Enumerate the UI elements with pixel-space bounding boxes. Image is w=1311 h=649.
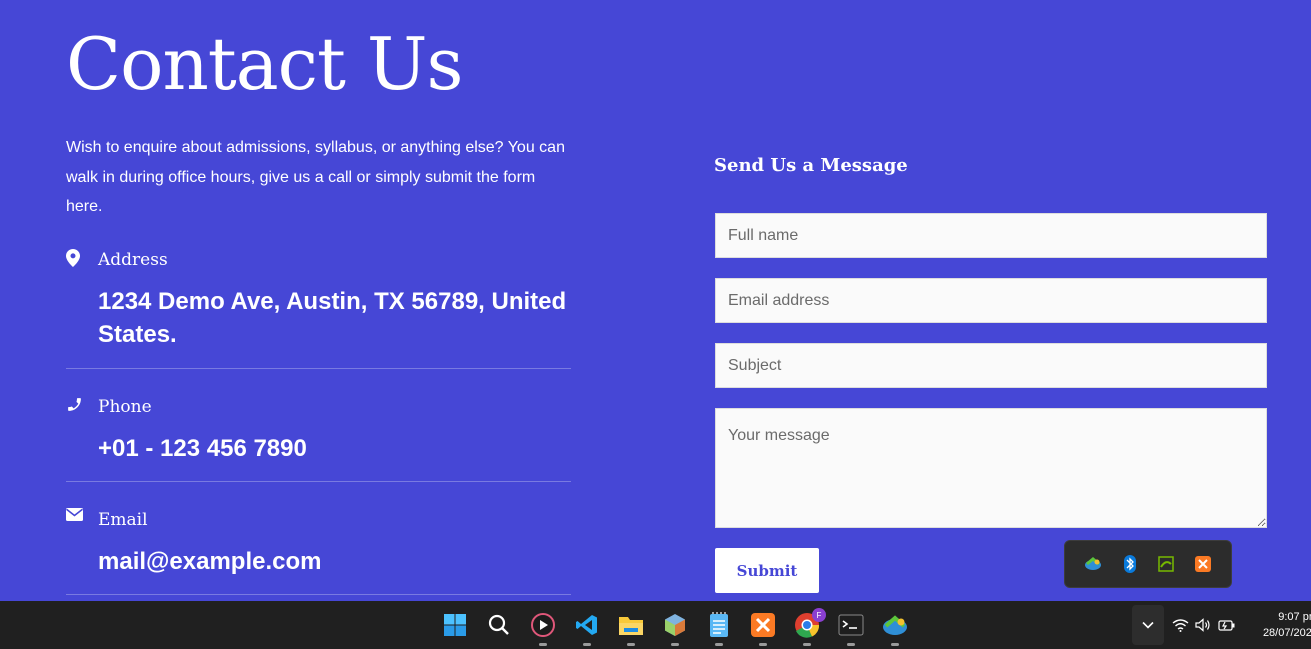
- full-name-input[interactable]: [715, 213, 1267, 258]
- nvidia-icon[interactable]: [1157, 555, 1175, 573]
- chevron-down-icon: [1142, 621, 1154, 629]
- phone-label: Phone: [98, 397, 152, 417]
- clock-date: 28/07/2023: [1262, 627, 1311, 639]
- phone-icon: [66, 396, 84, 414]
- network-download-icon[interactable]: [1084, 555, 1102, 573]
- address-label: Address: [98, 250, 168, 270]
- email-input[interactable]: [715, 278, 1267, 323]
- taskbar: F 9:07 pm 28/07/2023: [0, 601, 1311, 649]
- message-textarea[interactable]: [715, 408, 1267, 528]
- volume-icon[interactable]: [1194, 616, 1212, 634]
- intro-text: Wish to enquire about admissions, syllab…: [66, 139, 565, 215]
- app-cube-icon[interactable]: [661, 611, 689, 646]
- tray-overflow-popup: [1064, 540, 1232, 588]
- email-value: mail@example.com: [98, 548, 322, 575]
- address-value: 1234 Demo Ave, Austin, TX 56789, United …: [98, 288, 567, 348]
- email-label: Email: [98, 510, 148, 530]
- bluetooth-icon[interactable]: [1121, 555, 1139, 573]
- divider: [66, 368, 571, 369]
- envelope-icon: [66, 508, 84, 526]
- divider: [66, 481, 571, 482]
- system-clock[interactable]: 9:07 pm 28/07/2023: [1248, 609, 1311, 641]
- terminal-icon[interactable]: [837, 611, 865, 646]
- subject-input[interactable]: [715, 343, 1267, 388]
- network-download-icon[interactable]: [881, 611, 909, 646]
- media-player-icon[interactable]: [529, 611, 557, 646]
- chrome-icon[interactable]: F: [793, 608, 826, 646]
- page-title: Contact Us: [66, 22, 463, 106]
- xampp-icon[interactable]: [749, 611, 777, 646]
- search-icon[interactable]: [485, 611, 513, 639]
- divider: [66, 594, 571, 595]
- show-hidden-icons-button[interactable]: [1132, 605, 1164, 645]
- profile-badge: F: [812, 608, 826, 622]
- vscode-icon[interactable]: [573, 611, 601, 646]
- xampp-icon[interactable]: [1194, 555, 1212, 573]
- map-pin-icon: [66, 249, 84, 267]
- windows-start-icon[interactable]: [441, 611, 469, 639]
- form-title: Send Us a Message: [714, 155, 908, 176]
- phone-value: +01 - 123 456 7890: [98, 435, 307, 462]
- wifi-icon[interactable]: [1171, 616, 1189, 634]
- file-explorer-icon[interactable]: [617, 611, 645, 646]
- battery-icon[interactable]: [1218, 616, 1236, 634]
- clock-time: 9:07 pm: [1278, 611, 1311, 623]
- submit-button[interactable]: Submit: [715, 548, 819, 593]
- notepad-icon[interactable]: [705, 611, 733, 646]
